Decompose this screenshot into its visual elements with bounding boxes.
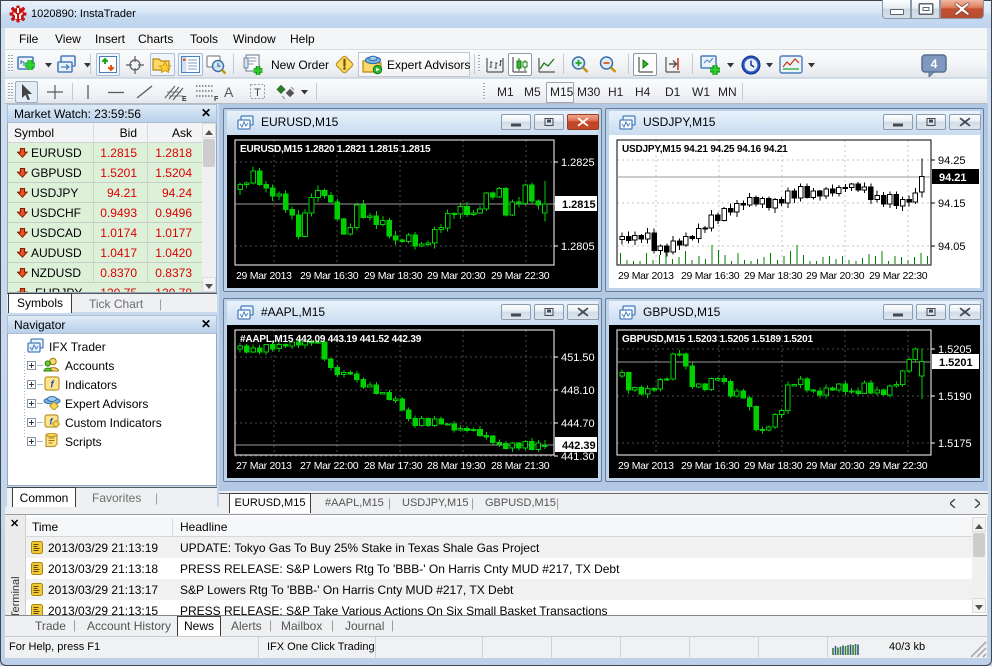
svg-text:1.2825: 1.2825 bbox=[561, 157, 595, 169]
svg-text:29 Mar 16:30: 29 Mar 16:30 bbox=[681, 270, 740, 282]
svg-text:E: E bbox=[182, 96, 187, 102]
svg-text:29 Mar 22:30: 29 Mar 22:30 bbox=[869, 460, 928, 472]
svg-text:USDJPY,M15 94.21 94.25 94.16: USDJPY,M15 94.21 94.25 94.16 94.21 bbox=[622, 144, 788, 155]
svg-text:29 Mar 22:30: 29 Mar 22:30 bbox=[491, 270, 550, 282]
svg-text:94.05: 94.05 bbox=[938, 241, 966, 253]
svg-text:27 Mar 22:00: 27 Mar 22:00 bbox=[300, 460, 359, 472]
svg-text:EURUSD,M15 1.2820 1.2821 1.28: EURUSD,M15 1.2820 1.2821 1.2815 1.2815 bbox=[240, 144, 431, 155]
svg-text:441.30: 441.30 bbox=[561, 451, 595, 463]
svg-text:28 Mar 21:30: 28 Mar 21:30 bbox=[491, 460, 550, 472]
svg-text:29 Mar 2013: 29 Mar 2013 bbox=[618, 460, 674, 472]
svg-text:1.5175: 1.5175 bbox=[938, 438, 972, 450]
svg-text:442.39: 442.39 bbox=[562, 440, 596, 452]
svg-text:4: 4 bbox=[931, 57, 938, 71]
svg-text:29 Mar 18:30: 29 Mar 18:30 bbox=[364, 270, 423, 282]
svg-text:1.2805: 1.2805 bbox=[561, 241, 595, 253]
svg-text:29 Mar 2013: 29 Mar 2013 bbox=[618, 270, 674, 282]
svg-text:444.70: 444.70 bbox=[561, 418, 595, 430]
svg-text:1.5201: 1.5201 bbox=[939, 357, 973, 369]
svg-text:1.2815: 1.2815 bbox=[562, 199, 596, 211]
svg-text:451.50: 451.50 bbox=[561, 352, 595, 364]
svg-text:28 Mar 19:30: 28 Mar 19:30 bbox=[427, 460, 486, 472]
svg-text:29 Mar 20:30: 29 Mar 20:30 bbox=[427, 270, 486, 282]
svg-text:27 Mar 2013: 27 Mar 2013 bbox=[236, 460, 292, 472]
svg-text:29 Mar 20:30: 29 Mar 20:30 bbox=[806, 270, 865, 282]
svg-text:94.15: 94.15 bbox=[938, 198, 966, 210]
svg-text:#AAPL,M15 442.09 443.19 441.5: #AAPL,M15 442.09 443.19 441.52 442.39 bbox=[240, 334, 422, 345]
svg-text:F: F bbox=[214, 96, 219, 102]
svg-text:29 Mar 18:30: 29 Mar 18:30 bbox=[744, 270, 803, 282]
svg-text:29 Mar 2013: 29 Mar 2013 bbox=[236, 270, 292, 282]
svg-text:28 Mar 17:30: 28 Mar 17:30 bbox=[364, 460, 423, 472]
svg-text:29 Mar 16:30: 29 Mar 16:30 bbox=[681, 460, 740, 472]
svg-text:29 Mar 18:30: 29 Mar 18:30 bbox=[744, 460, 803, 472]
svg-text:94.21: 94.21 bbox=[939, 172, 967, 184]
svg-text:T: T bbox=[254, 87, 261, 99]
svg-text:448.10: 448.10 bbox=[561, 385, 595, 397]
svg-text:29 Mar 16:30: 29 Mar 16:30 bbox=[300, 270, 359, 282]
svg-text:1.5190: 1.5190 bbox=[938, 391, 972, 403]
svg-text:29 Mar 22:30: 29 Mar 22:30 bbox=[869, 270, 928, 282]
svg-text:GBPUSD,M15 1.5203 1.5205 1.51: GBPUSD,M15 1.5203 1.5205 1.5189 1.5201 bbox=[622, 334, 814, 345]
svg-text:29 Mar 20:30: 29 Mar 20:30 bbox=[806, 460, 865, 472]
svg-text:94.25: 94.25 bbox=[938, 155, 966, 167]
